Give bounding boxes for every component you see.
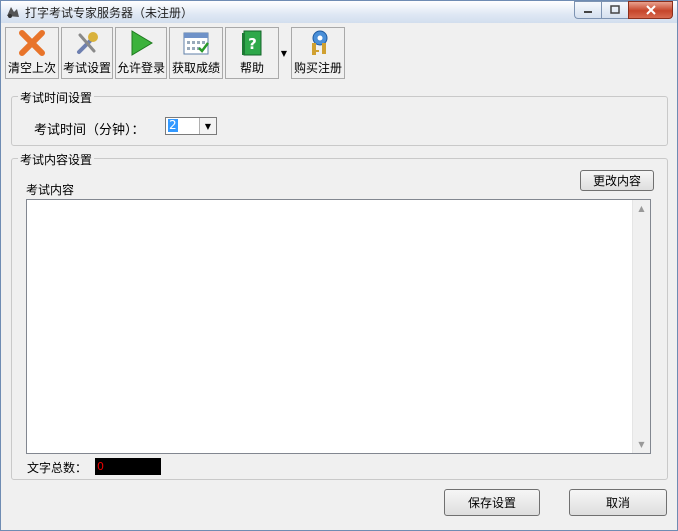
save-settings-button[interactable]: 保存设置 <box>444 489 540 516</box>
clear-x-icon <box>19 30 45 56</box>
buy-register-label: 购买注册 <box>293 61 342 75</box>
maximize-icon <box>610 5 620 14</box>
scroll-down-icon[interactable]: ▼ <box>633 436 650 453</box>
exam-time-select[interactable]: 2 ▼ <box>165 117 217 135</box>
window-title: 打字考试专家服务器（未注册） <box>25 6 194 20</box>
exam-content-label: 考试内容 <box>26 183 75 197</box>
change-content-button[interactable]: 更改内容 <box>580 170 654 191</box>
exam-time-label: 考试时间（分钟）： <box>34 123 145 138</box>
tools-icon <box>77 32 98 54</box>
exam-time-group-title: 考试时间设置 <box>18 89 95 106</box>
exam-content-group: 考试内容设置 考试内容 更改内容 ▲ ▼ <box>11 151 668 480</box>
allow-login-label: 允许登录 <box>116 61 165 75</box>
svg-text:?: ? <box>248 35 257 53</box>
keys-icon <box>312 30 328 55</box>
clear-last-button[interactable]: 清空上次 <box>5 27 59 79</box>
exam-settings-button[interactable]: 考试设置 <box>61 27 113 79</box>
minimize-icon <box>584 11 592 13</box>
minimize-button[interactable] <box>574 1 601 19</box>
exam-content-textarea[interactable]: ▲ ▼ <box>26 199 651 454</box>
maximize-button[interactable] <box>601 1 628 19</box>
chevron-down-icon[interactable]: ▼ <box>199 118 216 134</box>
get-scores-label: 获取成绩 <box>171 61 220 75</box>
help-dropdown-arrow[interactable]: ▼ <box>279 27 289 79</box>
cancel-button[interactable]: 取消 <box>569 489 667 516</box>
content-scrollbar[interactable]: ▲ ▼ <box>632 200 650 453</box>
help-label: 帮助 <box>239 61 264 75</box>
exam-time-group: 考试时间设置 考试时间（分钟）： 2 ▼ <box>11 89 668 146</box>
toolbar: 清空上次 考试设置 允许登录 获取成绩 ? 帮助 ▼ 购买注册 <box>5 27 347 81</box>
app-window: 打字考试专家服务器（未注册） 清空上次 考试设置 允许登录 获取成绩 ? 帮助 … <box>0 0 678 531</box>
title-bar[interactable]: 打字考试专家服务器（未注册） <box>1 1 677 23</box>
allow-login-button[interactable]: 允许登录 <box>115 27 167 79</box>
exam-settings-label: 考试设置 <box>62 61 111 75</box>
close-icon <box>645 5 656 15</box>
buy-register-button[interactable]: 购买注册 <box>291 27 345 79</box>
help-button[interactable]: ? 帮助 <box>225 27 279 79</box>
get-scores-button[interactable]: 获取成绩 <box>169 27 223 79</box>
close-button[interactable] <box>628 1 673 19</box>
word-count-value: 0 <box>95 458 161 475</box>
play-icon <box>131 30 153 56</box>
word-count-label: 文字总数： <box>27 461 88 475</box>
clear-last-label: 清空上次 <box>7 61 56 75</box>
caption-buttons <box>574 1 673 20</box>
exam-time-value: 2 <box>168 118 178 132</box>
exam-content-group-title: 考试内容设置 <box>18 151 95 168</box>
calendar-icon <box>183 32 209 55</box>
scroll-up-icon[interactable]: ▲ <box>633 200 650 217</box>
app-logo-icon <box>7 7 19 18</box>
chevron-down-icon: ▼ <box>280 48 288 58</box>
help-book-icon: ? <box>242 30 262 56</box>
